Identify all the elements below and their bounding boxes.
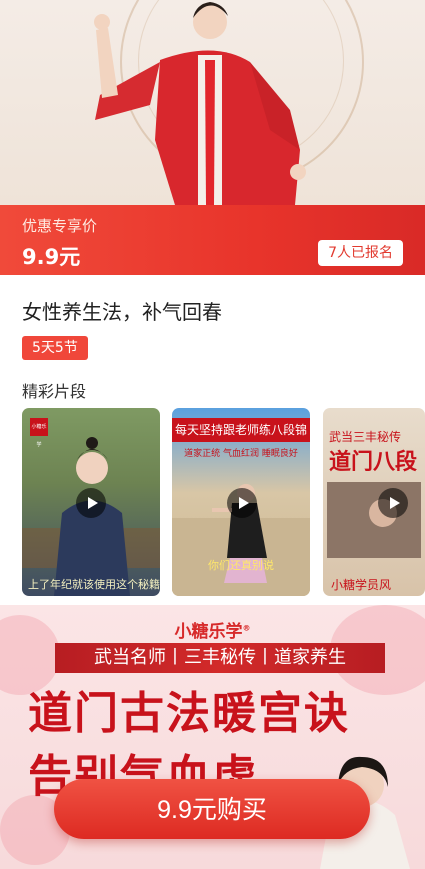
promo-strip: 武当名师丨三丰秘传丨道家养生 <box>55 643 385 673</box>
signup-count-badge: 7人已报名 <box>318 240 403 266</box>
hero-banner <box>0 0 425 205</box>
clips-section-title: 精彩片段 <box>22 382 87 401</box>
clip-caption: 上了年纪就该使用这个秘籍真功 <box>28 578 160 591</box>
video-clip-card[interactable]: 小糖乐学 上了年纪就该使用这个秘籍真功 <box>22 408 160 596</box>
clip-caption: 小糖学员风 <box>331 578 392 592</box>
play-icon[interactable] <box>76 488 106 518</box>
brand-name: 小糖乐学® <box>174 622 251 642</box>
video-clips-carousel[interactable]: 小糖乐学 上了年纪就该使用这个秘籍真功 每天坚持跟老师练八段锦 道家正统 气血红… <box>22 408 425 596</box>
buy-button[interactable]: 9.9元购买 <box>54 779 370 839</box>
clip-caption: 你们还真别说 <box>208 559 274 572</box>
course-tag: 5天5节 <box>22 336 88 360</box>
play-icon[interactable] <box>378 488 408 518</box>
course-title: 女性养生法，补气回春 <box>22 300 222 324</box>
price-bar: 优惠专享价 9.9元 7人已报名 <box>0 205 425 275</box>
video-clip-card[interactable]: 武当三丰秘传 道门八段 小糖学员风 <box>323 408 425 596</box>
clip-thumbnails-image <box>327 482 421 558</box>
price-value: 9.9元 <box>22 245 81 269</box>
video-clip-card[interactable]: 每天坚持跟老师练八段锦 道家正统 气血红润 睡眠良好 你们还真别说 <box>172 408 310 596</box>
tai-chi-figure-illustration <box>94 2 306 205</box>
play-icon[interactable] <box>227 488 257 518</box>
promo-headline-line1: 道门古法暖宫诀 <box>28 688 350 739</box>
price-label: 优惠专享价 <box>22 217 98 235</box>
